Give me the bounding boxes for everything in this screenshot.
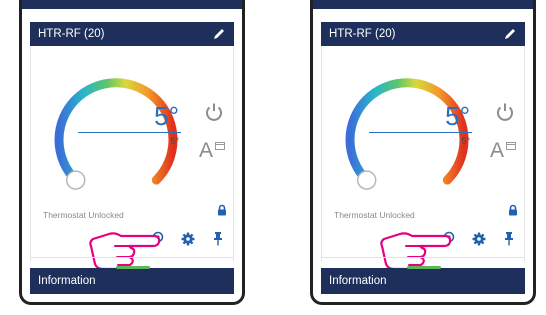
- temperature-divider: [369, 132, 472, 133]
- power-icon[interactable]: [203, 101, 225, 123]
- auto-mode-icon: A: [199, 139, 214, 162]
- pencil-icon[interactable]: [212, 27, 226, 41]
- information-label: Information: [329, 275, 387, 287]
- lock-icon[interactable]: [507, 204, 519, 216]
- gear-icon[interactable]: [181, 232, 195, 246]
- dial-handle[interactable]: [65, 170, 86, 190]
- divider: [30, 257, 234, 258]
- calendar-icon: [215, 142, 225, 150]
- setpoint-temperature: 5°: [154, 101, 179, 131]
- calendar-icon: [506, 142, 516, 150]
- device-title: HTR-RF (20): [329, 28, 396, 40]
- status-bar: [22, 0, 242, 9]
- dial-handle[interactable]: [356, 170, 377, 190]
- thermostat-card: 5° 5° A Thermostat Unlocked: [321, 46, 525, 270]
- auto-mode-button[interactable]: A: [490, 140, 520, 162]
- lock-status-text: Thermostat Unlocked: [334, 210, 415, 220]
- temperature-divider: [78, 132, 181, 133]
- lock-status-text: Thermostat Unlocked: [43, 210, 124, 220]
- pin-icon[interactable]: [502, 231, 516, 246]
- pin-icon[interactable]: [211, 231, 225, 246]
- auto-mode-icon: A: [490, 139, 505, 162]
- information-label: Information: [38, 275, 96, 287]
- information-tab[interactable]: Information: [321, 268, 525, 294]
- lock-icon[interactable]: [216, 204, 228, 216]
- thermostat-screen-2: HTR-RF (20) 5° 5° A Thermostat Unlocked …: [310, 0, 536, 305]
- current-temperature: 5°: [461, 136, 470, 146]
- device-header[interactable]: HTR-RF (20): [321, 22, 525, 46]
- current-temperature: 5°: [170, 136, 179, 146]
- device-title: HTR-RF (20): [38, 28, 105, 40]
- information-tab[interactable]: Information: [30, 268, 234, 294]
- active-indicator: [407, 266, 441, 269]
- active-indicator: [116, 266, 150, 269]
- pointing-hand-icon: [380, 232, 452, 270]
- power-icon[interactable]: [494, 101, 516, 123]
- setpoint-temperature: 5°: [445, 101, 470, 131]
- auto-mode-button[interactable]: A: [199, 140, 229, 162]
- pencil-icon[interactable]: [503, 27, 517, 41]
- status-bar: [313, 0, 533, 9]
- gear-icon[interactable]: [472, 232, 486, 246]
- thermostat-screen-1: HTR-RF (20) 5° 5° A Thermostat Unlocked …: [19, 0, 245, 305]
- divider: [321, 257, 525, 258]
- pointing-hand-icon: [89, 232, 161, 270]
- thermostat-card: 5° 5° A Thermostat Unlocked: [30, 46, 234, 270]
- device-header[interactable]: HTR-RF (20): [30, 22, 234, 46]
